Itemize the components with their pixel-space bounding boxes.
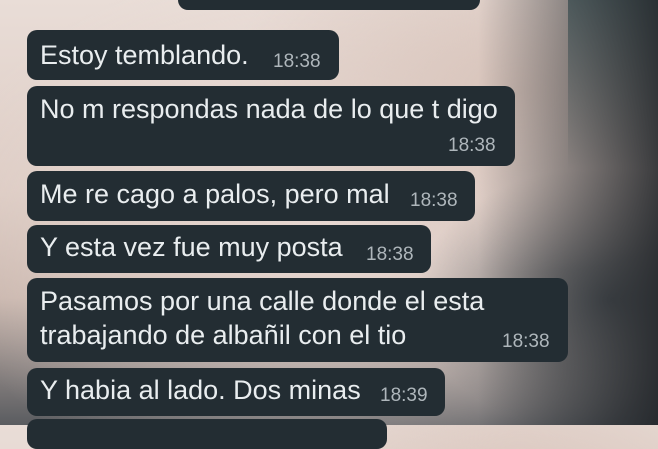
message-bubble-partial-top (178, 0, 480, 10)
background-photo-teal (568, 0, 658, 170)
message-timestamp: 18:38 (410, 190, 458, 211)
message-bubble[interactable]: Y habia al lado. Dos minas 18:39 (27, 368, 445, 416)
message-timestamp: 18:38 (502, 331, 550, 352)
message-text: Me re cago a palos, pero mal (40, 179, 390, 209)
message-timestamp: 18:39 (380, 385, 428, 406)
message-text: Y esta vez fue muy posta (40, 232, 343, 262)
message-timestamp: 18:38 (448, 135, 496, 156)
message-bubble[interactable]: Estoy temblando. 18:38 (27, 30, 339, 80)
message-text: Estoy temblando. (40, 40, 249, 70)
message-bubble[interactable]: Me re cago a palos, pero mal 18:38 (27, 171, 475, 221)
message-text-line-1: Pasamos por una calle donde el esta (40, 286, 485, 316)
message-text-line-2: trabajando de albañil con el tio (40, 320, 407, 350)
message-timestamp: 18:38 (366, 244, 414, 265)
message-text: No m respondas nada de lo que t digo (40, 94, 498, 124)
message-bubble[interactable]: No m respondas nada de lo que t digo 18:… (27, 86, 515, 166)
message-text: Y habia al lado. Dos minas (40, 375, 361, 405)
message-bubble[interactable]: Y esta vez fue muy posta 18:38 (27, 225, 431, 273)
message-bubble[interactable]: Pasamos por una calle donde el esta trab… (27, 278, 568, 362)
message-timestamp: 18:38 (273, 51, 321, 72)
message-bubble-partial-bottom (27, 419, 387, 449)
